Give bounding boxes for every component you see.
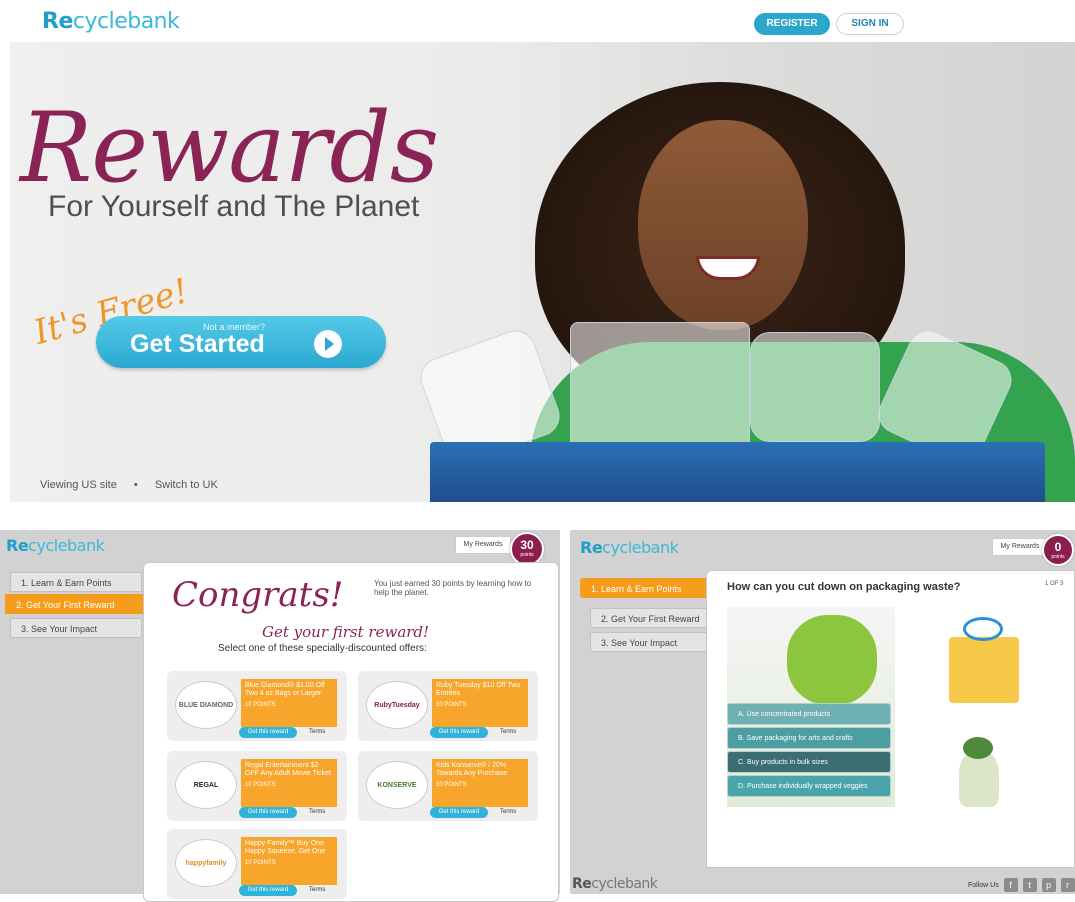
- offer-text: Regal Entertainment $2 OFF Any Adult Mov…: [241, 759, 337, 807]
- step-impact[interactable]: 3. See Your Impact: [10, 618, 142, 638]
- quiz-card: How can you cut down on packaging waste?…: [706, 570, 1075, 868]
- offer-text: Kids Konserve® / 20% Towards Any Purchas…: [432, 759, 528, 807]
- quiz-question: How can you cut down on packaging waste?: [727, 581, 961, 593]
- get-reward-button[interactable]: Get this reward: [239, 807, 297, 818]
- recyclebank-logo[interactable]: Recyclebank: [580, 538, 679, 557]
- step-impact[interactable]: 3. See Your Impact: [590, 632, 708, 652]
- first-reward-heading: Get your first reward!: [262, 623, 430, 641]
- hero-title: Rewards: [20, 92, 439, 204]
- brand-logo: BLUE DIAMOND: [175, 681, 237, 729]
- get-reward-button[interactable]: Get this reward: [239, 885, 297, 896]
- fennel-shape: [959, 751, 999, 807]
- register-button[interactable]: REGISTER: [754, 13, 830, 35]
- scissors-shape: [963, 617, 1003, 641]
- quiz-option-d[interactable]: D. Purchase individually wrapped veggies: [727, 775, 891, 797]
- brand-logo: REGAL: [175, 761, 237, 809]
- terms-link[interactable]: Terms: [309, 887, 325, 893]
- recyclebank-logo[interactable]: Recyclebank: [6, 536, 105, 555]
- my-rewards-button[interactable]: My Rewards: [455, 536, 511, 554]
- container-image: [570, 322, 750, 452]
- cta-label: Get Started: [130, 330, 265, 358]
- get-started-button[interactable]: Not a member? Get Started: [96, 316, 386, 368]
- offer-text: Ruby Tuesday $10 Off Two Entrées 10 POINT…: [432, 679, 528, 727]
- pinterest-icon[interactable]: p: [1041, 878, 1056, 892]
- recyclebank-logo[interactable]: Recyclebank: [42, 9, 180, 34]
- terms-link[interactable]: Terms: [309, 809, 325, 815]
- get-reward-button[interactable]: Get this reward: [239, 727, 297, 738]
- step-learn[interactable]: 1. Learn & Earn Points: [10, 572, 142, 592]
- switch-uk-link[interactable]: Switch to UK: [155, 479, 218, 491]
- recycle-bin-image: [430, 442, 1045, 502]
- top-header: Recyclebank REGISTER SIGN IN: [0, 0, 1075, 42]
- vegetable-image: [939, 731, 1019, 811]
- twitter-icon[interactable]: t: [1022, 878, 1037, 892]
- signin-button[interactable]: SIGN IN: [836, 13, 904, 35]
- terms-link[interactable]: Terms: [309, 729, 325, 735]
- quiz-option-a[interactable]: A. Use concentrated products: [727, 703, 891, 725]
- rss-icon[interactable]: r: [1060, 878, 1075, 892]
- offer-text: Blue Diamond® $1.00 Off Two 4 oz Bags or…: [241, 679, 337, 727]
- glove-shape: [787, 615, 877, 705]
- reward-offer-card[interactable]: KONSERVE Kids Konserve® / 20% Towards An…: [358, 751, 538, 821]
- site-switcher: Viewing US site • Switch to UK: [40, 479, 232, 491]
- points-badge: 30 points: [510, 532, 544, 566]
- get-reward-button[interactable]: Get this reward: [430, 727, 488, 738]
- bottle-image: [750, 332, 880, 442]
- reward-offer-card[interactable]: BLUE DIAMOND Blue Diamond® $1.00 Off Two…: [167, 671, 347, 741]
- footer-logo[interactable]: Recyclebank: [572, 876, 658, 892]
- terms-link[interactable]: Terms: [500, 809, 516, 815]
- reward-offer-card[interactable]: REGAL Regal Entertainment $2 OFF Any Adu…: [167, 751, 347, 821]
- cup-shape: [949, 637, 1019, 703]
- hero-subtitle: For Yourself and The Planet: [48, 190, 420, 223]
- get-reward-button[interactable]: Get this reward: [430, 807, 488, 818]
- page-indicator: 1 OF 3: [1045, 581, 1064, 587]
- step-first-reward[interactable]: 2. Get Your First Reward: [5, 594, 145, 614]
- fennel-leaves: [963, 737, 993, 759]
- brand-logo: RubyTuesday: [366, 681, 428, 729]
- my-rewards-button[interactable]: My Rewards: [992, 538, 1048, 556]
- select-offers-text: Select one of these specially-discounted…: [218, 643, 427, 654]
- viewing-us-label: Viewing US site: [40, 479, 117, 491]
- reward-offer-card[interactable]: happyfamily Happy Family™ Buy One Happy …: [167, 829, 347, 899]
- follow-us-bar: Follow Us f t p r: [968, 878, 1075, 892]
- brand-logo: happyfamily: [175, 839, 237, 887]
- step-first-reward[interactable]: 2. Get Your First Reward: [590, 608, 708, 628]
- separator-bullet: •: [133, 479, 138, 491]
- facebook-icon[interactable]: f: [1003, 878, 1018, 892]
- congrats-heading: Congrats!: [172, 575, 344, 615]
- earned-text: You just earned 30 points by learning ho…: [374, 579, 532, 597]
- reward-card-panel: Congrats! You just earned 30 points by l…: [143, 562, 559, 902]
- follow-us-label: Follow Us: [968, 881, 999, 889]
- offer-text: Happy Family™ Buy One Happy Squeeze, Get…: [241, 837, 337, 885]
- hero-banner: Rewards For Yourself and The Planet It's…: [10, 42, 1075, 502]
- play-icon: [314, 330, 342, 358]
- quiz-option-b[interactable]: B. Save packaging for arts and crafts: [727, 727, 891, 749]
- quiz-option-c[interactable]: C. Buy products in bulk sizes: [727, 751, 891, 773]
- reward-offer-card[interactable]: RubyTuesday Ruby Tuesday $10 Off Two Ent…: [358, 671, 538, 741]
- step-learn[interactable]: 1. Learn & Earn Points: [580, 578, 708, 598]
- supplies-image: [939, 607, 1029, 707]
- hero-photo-face: [638, 120, 808, 330]
- right-quiz-panel: Recyclebank My Rewards 0 points 1. Learn …: [570, 530, 1075, 894]
- brand-logo: KONSERVE: [366, 761, 428, 809]
- left-reward-panel: Recyclebank My Rewards 30 points 1. Learn…: [0, 530, 560, 902]
- terms-link[interactable]: Terms: [500, 729, 516, 735]
- points-badge: 0 points: [1042, 534, 1074, 566]
